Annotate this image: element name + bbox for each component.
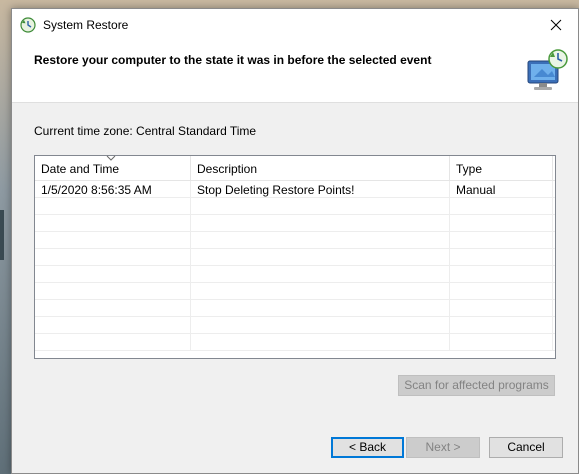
next-button[interactable]: Next > <box>406 437 480 458</box>
system-restore-monitor-icon <box>522 47 570 95</box>
empty-row <box>35 283 555 300</box>
desktop-edge <box>0 210 4 260</box>
empty-row <box>35 334 555 351</box>
empty-row <box>35 215 555 232</box>
column-header-type[interactable]: Type <box>450 156 553 181</box>
row-date: 1/5/2020 8:56:35 AM <box>35 181 191 198</box>
column-header-date-label: Date and Time <box>41 162 120 176</box>
empty-row <box>35 249 555 266</box>
header-panel: Restore your computer to the state it wa… <box>12 41 578 103</box>
table-row[interactable]: 1/5/2020 8:56:35 AM Stop Deleting Restor… <box>35 181 555 198</box>
empty-row <box>35 232 555 249</box>
empty-row <box>35 300 555 317</box>
system-restore-icon <box>20 17 36 33</box>
close-button[interactable] <box>534 9 578 41</box>
column-header-type-label: Type <box>456 162 483 176</box>
title-bar[interactable]: System Restore <box>12 9 578 41</box>
cancel-button[interactable]: Cancel <box>489 437 563 458</box>
sort-descending-icon <box>106 155 116 161</box>
window-title: System Restore <box>43 18 129 32</box>
scan-affected-programs-button[interactable]: Scan for affected programs <box>398 375 555 396</box>
system-restore-window: System Restore Restore your computer to … <box>11 8 579 474</box>
list-header: Date and Time Description Type <box>35 155 555 181</box>
column-header-description-label: Description <box>197 162 258 176</box>
list-rows: 1/5/2020 8:56:35 AM Stop Deleting Restor… <box>35 181 555 351</box>
header-title: Restore your computer to the state it wa… <box>34 53 432 67</box>
close-icon <box>550 19 562 31</box>
restore-points-list[interactable]: Date and Time Description Type 1/5/2020 … <box>34 155 556 359</box>
back-button[interactable]: < Back <box>331 437 404 458</box>
column-header-date[interactable]: Date and Time <box>35 155 191 181</box>
empty-row <box>35 198 555 215</box>
column-header-description[interactable]: Description <box>191 156 450 181</box>
empty-row <box>35 317 555 334</box>
timezone-label: Current time zone: Central Standard Time <box>34 124 257 138</box>
empty-row <box>35 266 555 283</box>
row-type: Manual <box>450 181 553 198</box>
row-description: Stop Deleting Restore Points! <box>191 181 450 198</box>
